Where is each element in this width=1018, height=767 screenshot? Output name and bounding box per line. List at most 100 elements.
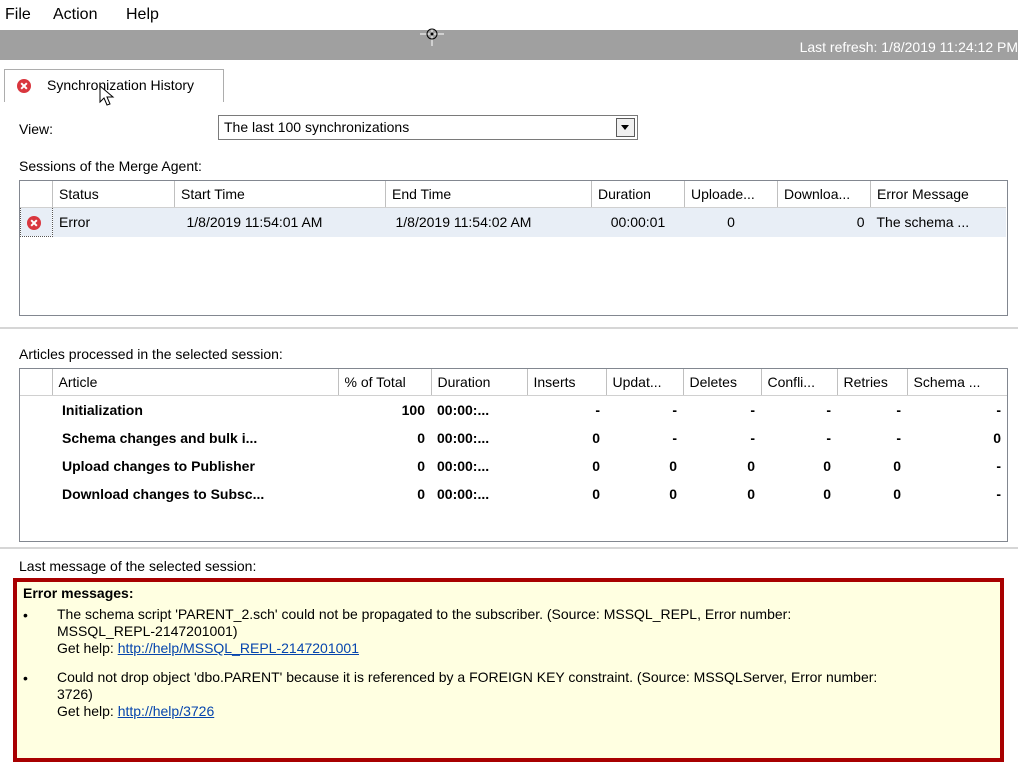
chevron-down-icon[interactable] — [616, 118, 635, 137]
column-header-error-message[interactable]: Error Message — [870, 181, 1006, 208]
article-inserts: 0 — [592, 430, 600, 446]
column-header-duration[interactable]: Duration — [591, 181, 685, 208]
view-dropdown[interactable]: The last 100 synchronizations — [218, 115, 638, 140]
article-deletes: 0 — [747, 486, 755, 502]
error-icon — [27, 216, 41, 231]
menu-action[interactable]: Action — [53, 6, 97, 24]
help-prefix: Get help: — [57, 703, 118, 719]
column-header-status[interactable]: Status — [52, 181, 175, 208]
column-header-deletes[interactable]: Deletes — [683, 369, 762, 396]
article-deletes: 0 — [747, 458, 755, 474]
help-link[interactable]: http://help/3726 — [118, 703, 215, 719]
article-schema: - — [996, 458, 1001, 474]
article-name: Upload changes to Publisher — [62, 458, 255, 474]
article-percent: 0 — [417, 458, 425, 474]
error-messages-title: Error messages: — [23, 585, 134, 601]
article-conflicts: - — [826, 430, 831, 446]
column-header-duration[interactable]: Duration — [431, 369, 528, 396]
article-duration: 00:00:... — [437, 430, 490, 446]
session-error-message: The schema ... — [870, 207, 1006, 237]
help-line: Get help: http://help/MSSQL_REPL-2147201… — [57, 640, 791, 657]
article-deletes: - — [750, 430, 755, 446]
column-header-retries[interactable]: Retries — [837, 369, 908, 396]
article-percent: 0 — [417, 486, 425, 502]
column-header-downloaded[interactable]: Downloa... — [777, 181, 871, 208]
column-header-percent-of-total[interactable]: % of Total — [338, 369, 432, 396]
table-row[interactable]: Initialization 100 00:00:... - - - - - - — [20, 396, 1007, 425]
last-message-label: Last message of the selected session: — [19, 558, 257, 574]
menu-file[interactable]: File — [5, 6, 31, 24]
articles-grid[interactable]: Article % of Total Duration Inserts Upda… — [19, 368, 1008, 542]
column-header-inserts[interactable]: Inserts — [527, 369, 607, 396]
column-header-updates[interactable]: Updat... — [606, 369, 684, 396]
column-header-uploaded[interactable]: Uploade... — [684, 181, 778, 208]
column-header-article[interactable]: Article — [52, 369, 339, 396]
session-duration: 00:00:01 — [591, 207, 685, 237]
splitter[interactable] — [0, 327, 1018, 329]
session-downloaded: 0 — [777, 207, 871, 237]
splitter[interactable] — [0, 547, 1018, 549]
table-row[interactable]: Schema changes and bulk i... 0 00:00:...… — [20, 424, 1007, 452]
articles-label: Articles processed in the selected sessi… — [19, 346, 283, 362]
help-line: Get help: http://help/3726 — [57, 703, 877, 720]
article-schema: 0 — [993, 430, 1001, 446]
error-text-line: MSSQL_REPL-2147201001) — [57, 623, 238, 639]
article-duration: 00:00:... — [437, 486, 490, 502]
error-text-line: 3726) — [57, 686, 93, 702]
article-conflicts: 0 — [823, 458, 831, 474]
article-percent: 100 — [401, 402, 425, 418]
article-updates: 0 — [669, 486, 677, 502]
menu-help[interactable]: Help — [126, 6, 159, 24]
table-row[interactable]: Download changes to Subsc... 0 00:00:...… — [20, 480, 1007, 508]
help-link[interactable]: http://help/MSSQL_REPL-2147201001 — [118, 640, 359, 656]
view-dropdown-value: The last 100 synchronizations — [224, 119, 410, 135]
article-retries: 0 — [893, 458, 901, 474]
error-message-item: Could not drop object 'dbo.PARENT' becau… — [57, 669, 877, 720]
row-selector — [20, 424, 52, 452]
error-message-item: The schema script 'PARENT_2.sch' could n… — [57, 606, 791, 657]
article-name: Initialization — [62, 402, 143, 418]
column-header-start-time[interactable]: Start Time — [174, 181, 386, 208]
column-header-schema[interactable]: Schema ... — [907, 369, 1007, 396]
error-icon — [17, 79, 31, 93]
article-conflicts: 0 — [823, 486, 831, 502]
row-selector — [20, 396, 52, 425]
bullet-icon: • — [23, 607, 28, 623]
crosshair-cursor-icon — [420, 22, 444, 46]
article-updates: - — [672, 430, 677, 446]
article-inserts: - — [595, 402, 600, 418]
column-header-end-time[interactable]: End Time — [385, 181, 592, 208]
bullet-icon: • — [23, 670, 28, 686]
article-duration: 00:00:... — [437, 402, 490, 418]
sessions-label: Sessions of the Merge Agent: — [19, 158, 202, 174]
error-message-panel: Error messages: • The schema script 'PAR… — [13, 578, 1004, 762]
column-header-conflicts[interactable]: Confli... — [761, 369, 838, 396]
sessions-grid[interactable]: Status Start Time End Time Duration Uplo… — [19, 180, 1008, 316]
session-uploaded: 0 — [684, 207, 778, 237]
article-updates: - — [672, 402, 677, 418]
article-deletes: - — [750, 402, 755, 418]
article-updates: 0 — [669, 458, 677, 474]
article-percent: 0 — [417, 430, 425, 446]
article-name: Schema changes and bulk i... — [62, 430, 258, 446]
row-selector — [20, 480, 52, 508]
article-duration: 00:00:... — [437, 458, 490, 474]
tab-strip: Synchronization History — [0, 60, 1018, 102]
last-refresh-text: Last refresh: 1/8/2019 11:24:12 PM — [799, 39, 1018, 55]
table-row[interactable]: Error 1/8/2019 11:54:01 AM 1/8/2019 11:5… — [20, 207, 1006, 237]
articles-header-row: Article % of Total Duration Inserts Upda… — [20, 369, 1007, 396]
table-row[interactable]: Upload changes to Publisher 0 00:00:... … — [20, 452, 1007, 480]
tab-label: Synchronization History — [47, 77, 195, 93]
mouse-pointer-icon — [99, 85, 115, 106]
article-name: Download changes to Subsc... — [62, 486, 265, 502]
session-status: Error — [52, 207, 175, 237]
view-label: View: — [19, 121, 53, 137]
sessions-header-row: Status Start Time End Time Duration Uplo… — [20, 181, 1006, 208]
menu-bar: File Action Help — [0, 0, 1018, 30]
status-bar: Last refresh: 1/8/2019 11:24:12 PM — [0, 30, 1018, 60]
row-selector-header — [20, 369, 53, 396]
session-start-time: 1/8/2019 11:54:01 AM — [174, 207, 386, 237]
error-text-line: The schema script 'PARENT_2.sch' could n… — [57, 606, 792, 622]
error-text-line: Could not drop object 'dbo.PARENT' becau… — [57, 669, 878, 685]
row-selector-header — [20, 181, 53, 208]
